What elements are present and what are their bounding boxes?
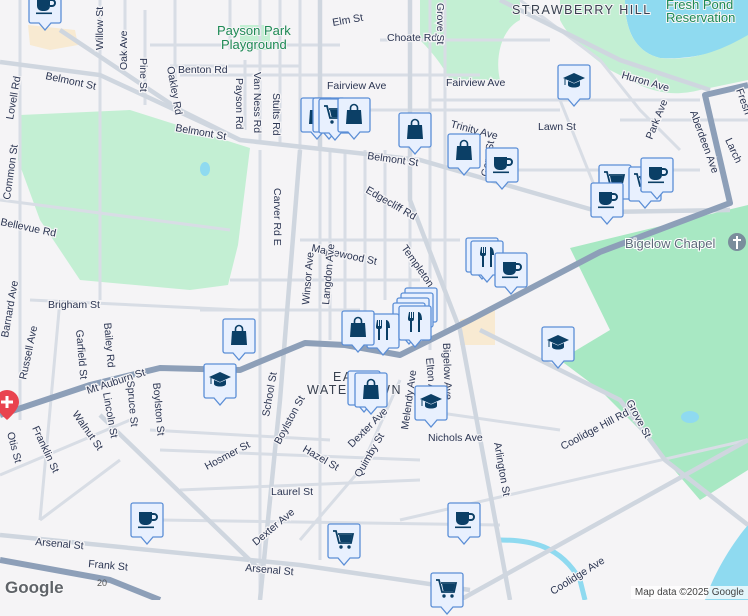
neighborhood-label: STRAWBERRY HILL [512,3,652,17]
shopping-icon [337,97,371,140]
coffee-icon [447,502,481,545]
svg-text:Brigham St: Brigham St [48,299,100,311]
map-canvas[interactable]: STRAWBERRY HILL EAST WATERTOWN Payson Pa… [0,0,748,600]
hospital-icon [0,390,19,420]
svg-text:Winsor Ave: Winsor Ave [300,251,317,305]
svg-text:Nichols Ave: Nichols Ave [428,432,483,444]
marker-cart[interactable] [430,572,464,616]
education-icon [203,363,237,406]
marker-shopping[interactable] [337,97,371,141]
golf-pond [200,162,210,176]
education-icon [541,326,575,369]
marker-education[interactable] [541,326,575,370]
chapel-icon[interactable] [728,233,746,251]
svg-text:Fairview Ave: Fairview Ave [327,80,386,92]
svg-text:Barnard Ave: Barnard Ave [0,280,21,339]
coffee-icon [485,147,519,190]
svg-text:Elm St: Elm St [331,12,364,29]
coffee-icon [590,182,624,225]
shopping-icon [222,318,256,361]
svg-text:Arsenal St: Arsenal St [35,536,84,552]
google-logo: Google [5,578,64,597]
marker-hospital[interactable] [0,388,26,432]
marker-education[interactable] [414,385,448,429]
svg-text:Laurel St: Laurel St [271,486,313,498]
svg-text:Larch: Larch [722,136,744,165]
svg-text:Van Ness Rd: Van Ness Rd [251,72,263,133]
coffee-icon [28,0,62,31]
coffee-icon [640,157,674,200]
svg-text:Hosmer St: Hosmer St [203,439,252,473]
svg-text:Common St: Common St [1,144,21,201]
svg-text:Stults Rd: Stults Rd [270,93,282,136]
svg-text:Choate Rd: Choate Rd [387,32,437,44]
marker-shopping[interactable] [447,133,481,177]
coffee-icon [494,252,528,295]
marker-shopping[interactable] [398,112,432,156]
svg-text:Payson Rd: Payson Rd [233,78,245,130]
svg-text:Coolidge Ave: Coolidge Ave [548,555,607,598]
svg-text:Bailey Rd: Bailey Rd [101,322,117,368]
marker-shopping[interactable] [354,372,388,416]
park-label: Payson Park [217,23,291,38]
map-attribution[interactable]: Map data ©2025 Google [630,586,748,599]
svg-text:Fresh: Fresh [733,87,748,116]
shopping-icon [341,310,375,353]
cart-icon [430,572,464,615]
education-icon [414,385,448,428]
park-label: Playground [221,37,287,52]
marker-cart[interactable] [327,523,361,567]
svg-text:Carver Rd E: Carver Rd E [271,188,283,246]
cart-icon [327,523,361,566]
svg-text:Arlington St: Arlington St [491,441,512,497]
marker-shopping[interactable] [222,318,256,362]
marker-education[interactable] [557,64,591,108]
shopping-icon [354,372,388,415]
shopping-icon [447,133,481,176]
marker-coffee[interactable] [494,252,528,296]
marker-education[interactable] [203,363,237,407]
svg-text:Pine St: Pine St [137,58,149,92]
svg-text:20: 20 [97,578,107,588]
education-icon [557,64,591,107]
marker-coffee[interactable] [485,147,519,191]
svg-text:Boylston St: Boylston St [150,382,167,436]
svg-text:Willow St: Willow St [94,7,106,50]
svg-text:Grove St: Grove St [434,3,446,45]
marker-coffee[interactable] [640,157,674,201]
svg-text:Oak Ave: Oak Ave [118,30,130,70]
marker-coffee[interactable] [130,502,164,546]
svg-text:Frank St: Frank St [88,558,129,573]
marker-restaurant[interactable] [398,305,432,349]
poi-label-bigelow-chapel[interactable]: Bigelow Chapel [624,235,716,252]
svg-text:Dexter Ave: Dexter Ave [250,506,297,548]
shopping-icon [398,112,432,155]
cemetery-pond [681,411,699,423]
svg-text:Coolidge Hill Rd: Coolidge Hill Rd [559,407,631,453]
svg-text:Garfield St: Garfield St [73,329,89,380]
svg-text:Otis St: Otis St [4,431,24,465]
park-label: Reservation [666,10,735,25]
svg-text:Fairview Ave: Fairview Ave [446,77,505,89]
restaurant-icon [398,305,432,348]
svg-text:Benton Rd: Benton Rd [178,64,228,76]
marker-coffee[interactable] [447,502,481,546]
coffee-icon [130,502,164,545]
marker-shopping[interactable] [341,310,375,354]
svg-text:Lawn St: Lawn St [538,121,576,133]
marker-coffee[interactable] [28,0,62,32]
marker-coffee[interactable] [590,182,624,226]
